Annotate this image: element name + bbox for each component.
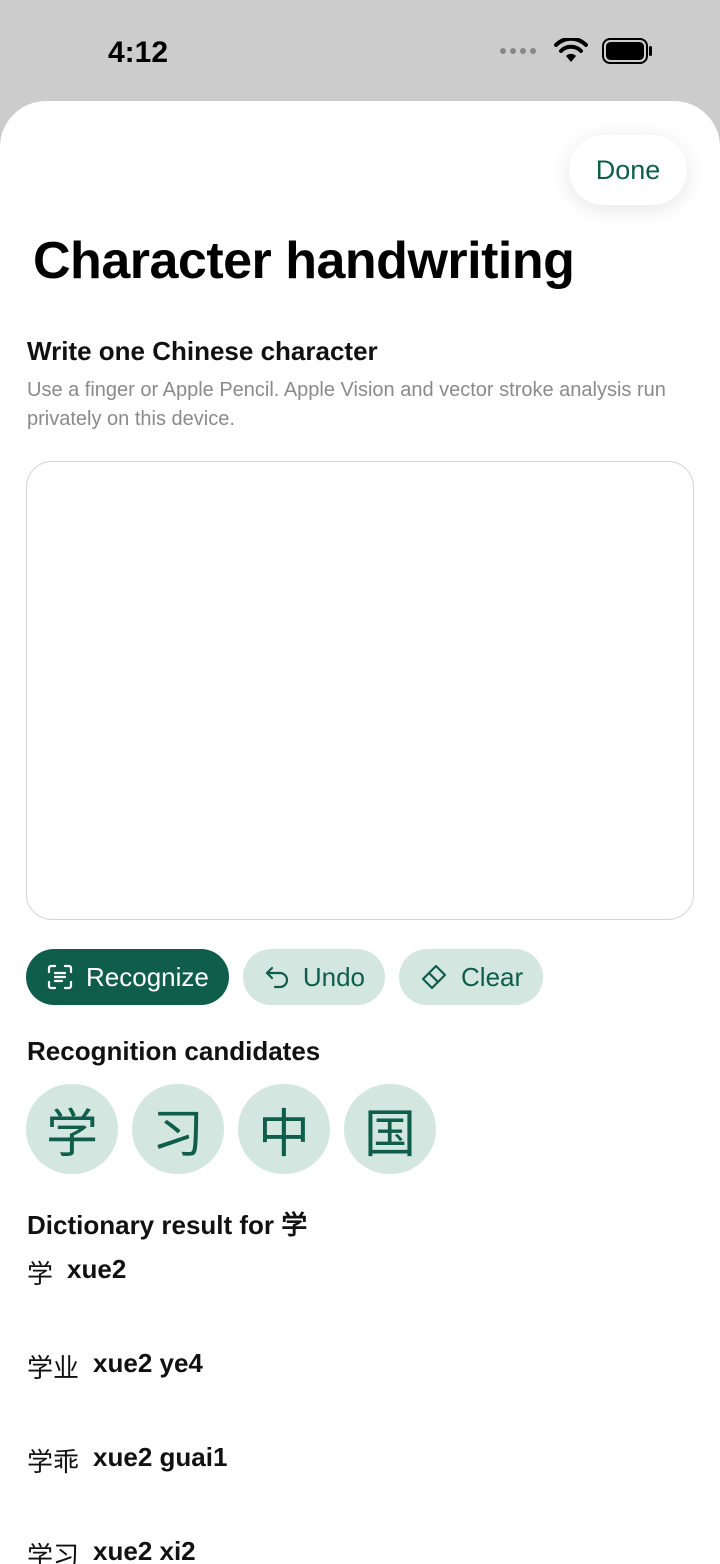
status-time: 4:12 [108, 36, 169, 69]
status-bar: 4:12 [0, 0, 720, 100]
entry-pinyin: xue2 guai1 [93, 1442, 228, 1472]
dictionary-entry[interactable]: 学乖 xue2 guai1 [27, 1442, 227, 1536]
recognize-label: Recognize [86, 961, 209, 992]
dictionary-entry[interactable]: 学习 xue2 xi2 [27, 1536, 227, 1564]
clear-label: Clear [461, 961, 524, 992]
page-title: Character handwriting [33, 232, 575, 290]
candidate-button[interactable]: 中 [238, 1084, 330, 1174]
candidate-list: 学 习 中 国 [26, 1084, 436, 1174]
undo-button[interactable]: Undo [242, 949, 386, 1005]
cellular-signal-icon [500, 48, 536, 54]
entry-hanzi: 学业 [27, 1354, 80, 1384]
undo-arrow-icon [265, 966, 288, 989]
candidate-button[interactable]: 习 [132, 1084, 224, 1174]
text-viewfinder-icon [47, 964, 73, 990]
toolbar: Recognize Undo Clear [26, 949, 544, 1005]
candidates-heading: Recognition candidates [27, 1036, 321, 1066]
candidate-button[interactable]: 国 [344, 1084, 436, 1174]
prompt-hint: Use a finger or Apple Pencil. Apple Visi… [27, 379, 666, 430]
handwriting-canvas[interactable] [26, 461, 694, 920]
prompt-heading: Write one Chinese character [27, 336, 378, 366]
eraser-icon [421, 964, 447, 990]
entry-pinyin: xue2 ye4 [93, 1348, 203, 1378]
entry-hanzi: 学习 [27, 1542, 80, 1564]
dictionary-entry[interactable]: 学 xue2 [27, 1254, 227, 1348]
status-icons [500, 38, 654, 64]
battery-icon [602, 38, 652, 64]
dictionary-entry[interactable]: 学业 xue2 ye4 [27, 1348, 227, 1442]
entry-hanzi: 学乖 [27, 1448, 80, 1478]
wifi-icon [554, 38, 588, 62]
candidate-button[interactable]: 学 [26, 1084, 118, 1174]
dictionary-list: 学 xue2 学业 xue2 ye4 学乖 xue2 guai1 学习 xue2… [27, 1254, 227, 1564]
handwriting-sheet: Done Character handwriting Write one Chi… [0, 101, 720, 1564]
entry-pinyin: xue2 xi2 [93, 1536, 196, 1564]
clear-button[interactable]: Clear [399, 949, 544, 1005]
recognize-button[interactable]: Recognize [26, 949, 229, 1005]
undo-label: Undo [302, 961, 366, 992]
entry-hanzi: 学 [27, 1260, 54, 1290]
entry-pinyin: xue2 [67, 1254, 127, 1284]
done-button[interactable]: Done [569, 135, 687, 205]
dictionary-heading: Dictionary result for 学 [27, 1210, 308, 1240]
